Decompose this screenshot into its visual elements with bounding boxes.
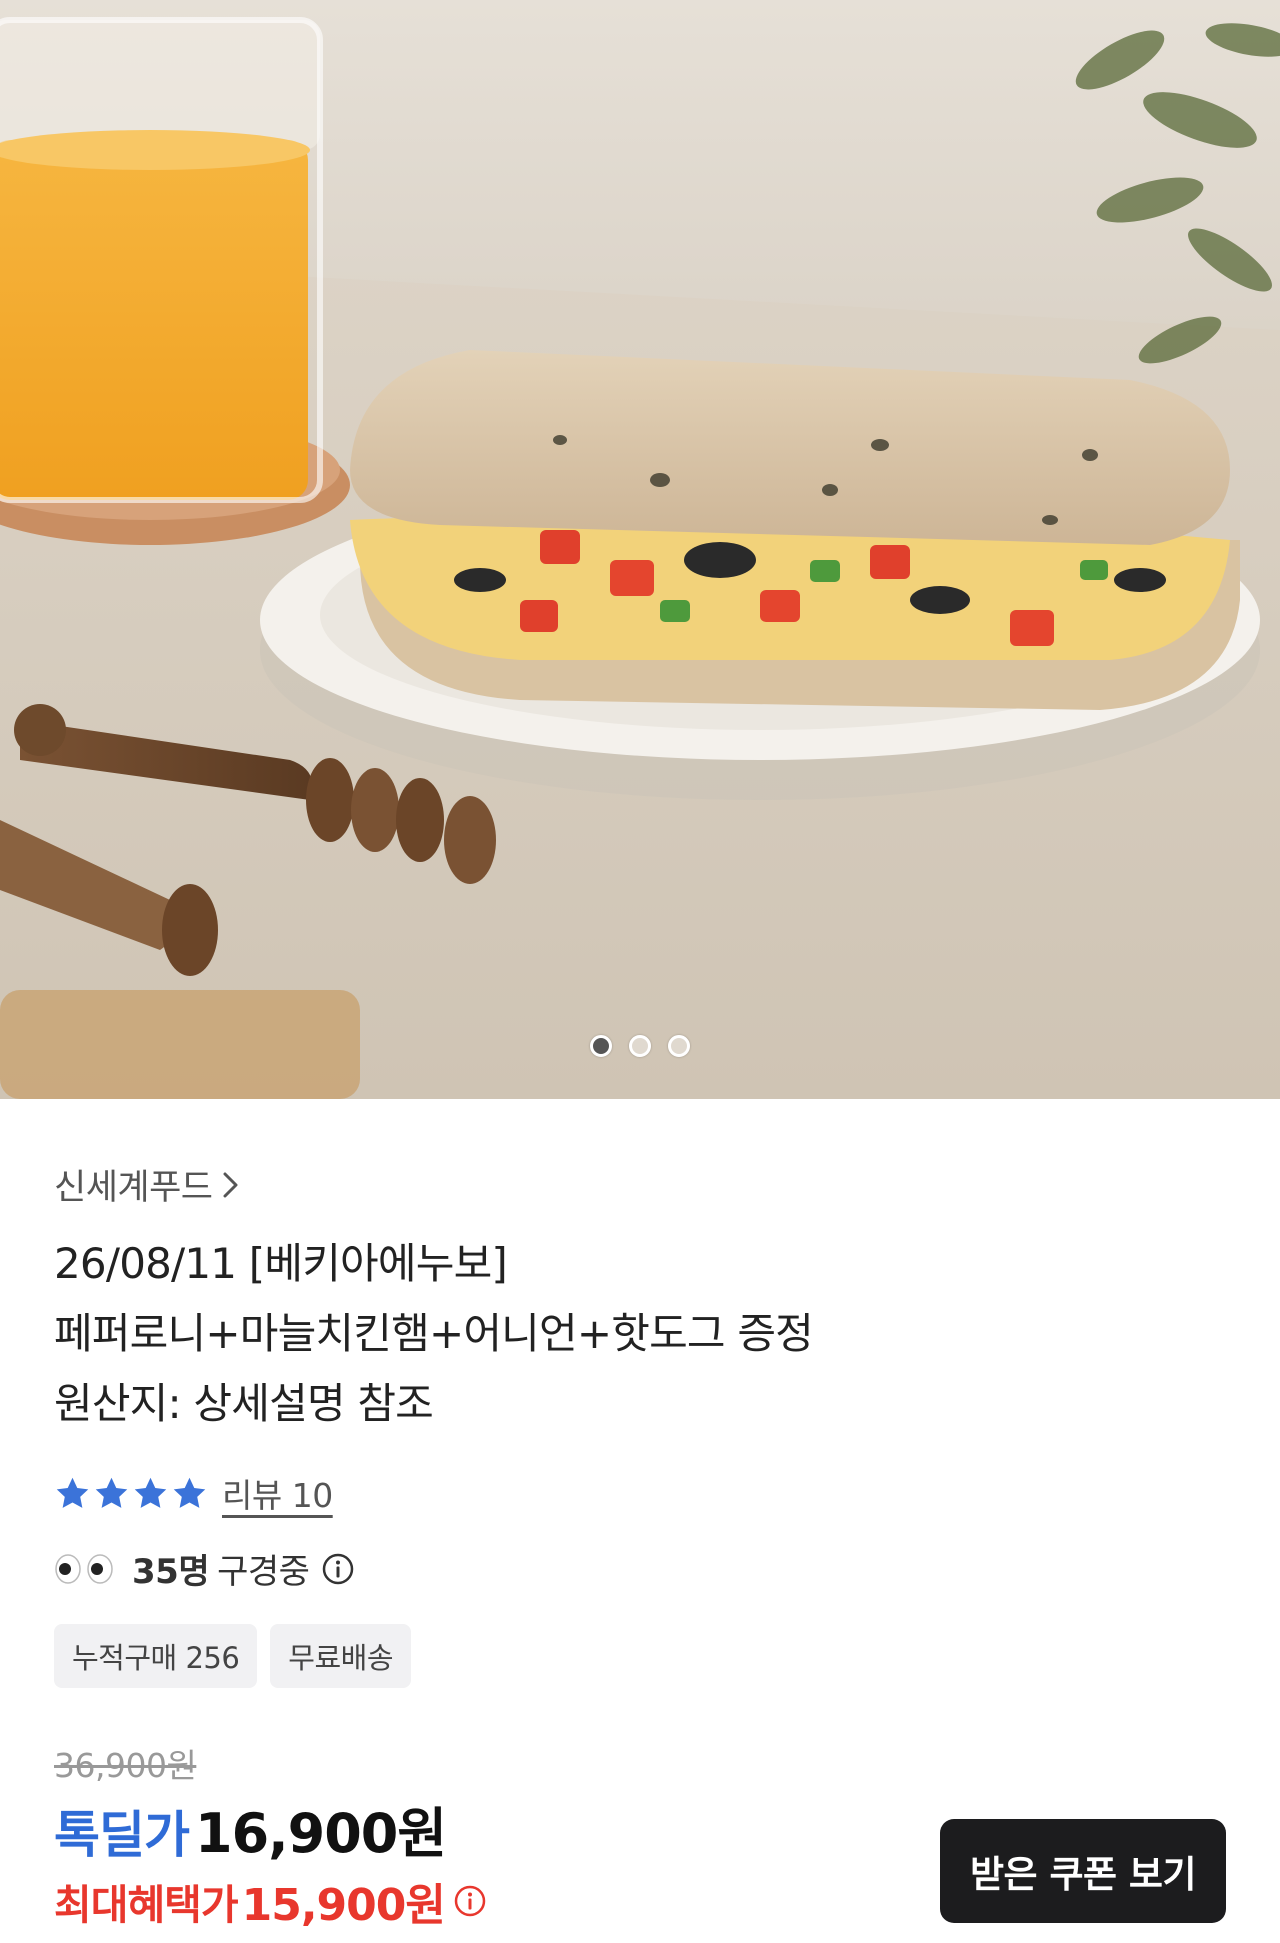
product-info: 신세계푸드 26/08/11 [베키아에누보] 페퍼로니+마늘치킨햄+어니언+핫… [0, 1099, 1280, 1943]
carousel-dot-2[interactable] [629, 1035, 651, 1057]
viewers-label: 구경중 [217, 1552, 310, 1592]
deal-price: 16,900원 [195, 1802, 447, 1865]
product-title: 26/08/11 [베키아에누보] 페퍼로니+마늘치킨햄+어니언+핫도그 증정 … [54, 1229, 1224, 1439]
view-coupons-button[interactable]: 받은 쿠폰 보기 [940, 1819, 1226, 1923]
chevron-right-icon [223, 1172, 238, 1197]
title-line-3: 원산지: 상세설명 참조 [54, 1379, 434, 1428]
product-photo [0, 0, 1280, 1099]
viewers-row: 35명 구경중 [54, 1544, 355, 1593]
product-image-carousel[interactable] [0, 0, 1280, 1099]
brand-link[interactable]: 신세계푸드 [54, 1159, 239, 1210]
rating-row: 리뷰 10 [54, 1469, 333, 1517]
viewers-count: 35명 [132, 1552, 210, 1592]
title-line-1: 26/08/11 [베키아에누보] [54, 1239, 508, 1288]
max-benefit-row: 최대혜택가 15,900원 [54, 1869, 487, 1933]
deal-label: 톡딜가 [54, 1806, 190, 1864]
info-icon[interactable] [321, 1552, 355, 1586]
star-rating [54, 1475, 208, 1512]
star-icon [173, 1477, 206, 1508]
deal-price-row: 톡딜가 16,900원 [54, 1789, 447, 1868]
title-line-2: 페퍼로니+마늘치킨햄+어니언+핫도그 증정 [54, 1309, 814, 1358]
review-link[interactable]: 리뷰 10 [222, 1469, 333, 1517]
carousel-dot-3[interactable] [668, 1035, 690, 1057]
carousel-pagination[interactable] [0, 1035, 1280, 1057]
free-shipping-badge: 무료배송 [270, 1624, 412, 1688]
star-icon [134, 1477, 167, 1508]
carousel-dot-1[interactable] [590, 1035, 612, 1057]
info-icon[interactable] [453, 1884, 487, 1918]
max-benefit-price: 15,900원 [241, 1880, 446, 1931]
eyes-icon [54, 1553, 114, 1585]
original-price: 36,900원 [54, 1746, 197, 1785]
purchase-count-badge: 누적구매 256 [54, 1624, 258, 1688]
badge-row: 누적구매 256 무료배송 [54, 1624, 412, 1688]
star-icon [95, 1477, 128, 1508]
star-icon [56, 1477, 89, 1508]
max-benefit-label: 최대혜택가 [54, 1881, 239, 1929]
brand-name: 신세계푸드 [54, 1168, 213, 1208]
